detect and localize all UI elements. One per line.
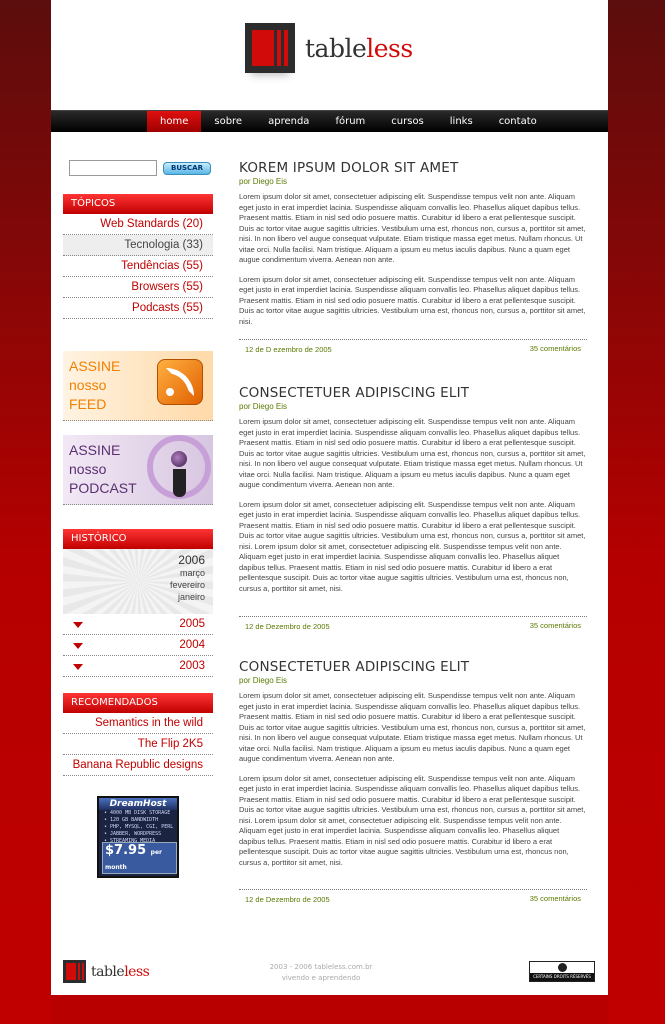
post-paragraph: Lorem ipsum dolor sit amet, consectetuer… xyxy=(239,773,586,867)
history-month[interactable]: março xyxy=(63,567,205,579)
post: CONSECTETUER ADIPISCING ELIT por Diego E… xyxy=(239,385,587,594)
topic-link[interactable]: Web Standards (20) xyxy=(63,214,213,235)
page: tableless home sobre aprenda fórum curso… xyxy=(51,0,608,995)
post-comments-link[interactable]: 35 comentários xyxy=(530,621,581,630)
search-input[interactable] xyxy=(69,160,157,176)
creative-commons-badge[interactable]: CERTAINS DROITS RÉSERVÉS xyxy=(529,961,595,982)
rss-icon xyxy=(157,359,203,405)
post-comments-link[interactable]: 35 comentários xyxy=(530,894,581,903)
post-date: 12 de Dezembro de 2005 xyxy=(245,895,330,904)
history-year[interactable]: 2005 xyxy=(63,614,213,635)
site-logo[interactable]: tableless xyxy=(245,23,413,73)
history-heading: HISTÓRICO xyxy=(63,529,213,549)
post-paragraph: Lorem ipsum dolor sit amet, consectetuer… xyxy=(239,274,586,326)
nav-contato[interactable]: contato xyxy=(486,111,550,132)
right-border xyxy=(608,0,665,1024)
triangle-down-icon xyxy=(73,622,83,628)
post: CONSECTETUER ADIPISCING ELIT por Diego E… xyxy=(239,659,587,868)
ad-line: • 4000 MB DISK STORAGE xyxy=(104,810,171,816)
history-year[interactable]: 2003 xyxy=(63,656,213,677)
topic-link[interactable]: Tecnologia (33) xyxy=(63,235,213,256)
topic-link[interactable]: Podcasts (55) xyxy=(63,298,213,319)
nav-sobre[interactable]: sobre xyxy=(201,111,255,132)
microphone-icon xyxy=(147,435,211,499)
search-button[interactable]: BUSCAR xyxy=(163,161,211,175)
history-month[interactable]: fevereiro xyxy=(63,579,205,591)
feed-banner[interactable]: ASSINE nosso FEED xyxy=(63,351,213,421)
history-year[interactable]: 2004 xyxy=(63,635,213,656)
nav-aprenda[interactable]: aprenda xyxy=(255,111,322,132)
ad-line: • 120 GB BANDWIDTH xyxy=(104,817,159,823)
nav-links[interactable]: links xyxy=(437,111,486,132)
left-border xyxy=(0,0,51,1024)
post-paragraph: Lorem ipsum dolor sit amet, consectetuer… xyxy=(239,417,586,489)
footer: tableless 2003 - 2006 tableless.com.br v… xyxy=(51,940,608,995)
main-nav: home sobre aprenda fórum cursos links co… xyxy=(51,110,608,132)
nav-cursos[interactable]: cursos xyxy=(378,111,437,132)
post-comments-link[interactable]: 35 comentários xyxy=(530,344,581,353)
post-title[interactable]: CONSECTETUER ADIPISCING ELIT xyxy=(239,385,587,401)
triangle-down-icon xyxy=(73,664,83,670)
footer-logo[interactable]: tableless xyxy=(63,960,150,983)
post-author[interactable]: por Diego Eis xyxy=(239,402,587,411)
recommended-link[interactable]: The Flip 2K5 xyxy=(63,734,213,755)
post-date: 12 de D ezembro de 2005 xyxy=(245,345,332,354)
post-author[interactable]: por Diego Eis xyxy=(239,177,587,186)
history-current-year[interactable]: 2006 xyxy=(63,549,205,567)
post-date: 12 de Dezembro de 2005 xyxy=(245,622,330,631)
post-meta: 12 de Dezembro de 2005 35 comentários xyxy=(239,889,587,904)
topic-link[interactable]: Browsers (55) xyxy=(63,277,213,298)
topics-heading: TÓPICOS xyxy=(63,194,213,214)
recommended-link[interactable]: Semantics in the wild xyxy=(63,713,213,734)
post-title[interactable]: KOREM IPSUM DOLOR SIT AMET xyxy=(239,160,587,176)
topic-link[interactable]: Tendências (55) xyxy=(63,256,213,277)
sidebar: BUSCAR TÓPICOS Web Standards (20) Tecnol… xyxy=(63,160,213,878)
post-title[interactable]: CONSECTETUER ADIPISCING ELIT xyxy=(239,659,587,675)
ad-title: DreamHost xyxy=(99,798,177,810)
recommended-heading: RECOMENDADOS xyxy=(63,693,213,713)
history-current: 2006 março fevereiro janeiro xyxy=(63,549,213,614)
logo-wordmark: tableless xyxy=(305,33,413,63)
feed-banner-text: ASSINE nosso FEED xyxy=(69,358,121,412)
post: KOREM IPSUM DOLOR SIT AMET por Diego Eis… xyxy=(239,160,587,327)
logo-wordmark: tableless xyxy=(91,963,150,980)
cc-icon xyxy=(558,963,567,972)
ad-price: $7.95 per month xyxy=(102,842,177,874)
post-author[interactable]: por Diego Eis xyxy=(239,676,587,685)
footer-copyright: 2003 - 2006 tableless.com.br vivendo e a… xyxy=(269,963,373,982)
triangle-down-icon xyxy=(73,643,83,649)
post-paragraph: Lorem ipsum dolor sit amet, consectetuer… xyxy=(239,691,586,763)
post-paragraph: Lorem ipsum dolor sit amet, consectetuer… xyxy=(239,499,586,593)
logo-mark-icon xyxy=(63,960,86,983)
ad-line: • JABBER, WORDPRESS xyxy=(104,831,162,837)
search-form: BUSCAR xyxy=(69,160,213,176)
post-meta: 12 de Dezembro de 2005 35 comentários xyxy=(239,616,587,631)
nav-home[interactable]: home xyxy=(147,111,202,132)
nav-forum[interactable]: fórum xyxy=(322,111,378,132)
podcast-banner-text: ASSINE nosso PODCAST xyxy=(69,442,137,496)
recommended-link[interactable]: Banana Republic designs xyxy=(63,755,213,776)
history-month[interactable]: janeiro xyxy=(63,591,205,603)
podcast-banner[interactable]: ASSINE nosso PODCAST xyxy=(63,435,213,505)
ad-line: • PHP, MYSQL, CGI, PERL xyxy=(104,824,174,830)
dreamhost-ad[interactable]: DreamHost • 4000 MB DISK STORAGE • 120 G… xyxy=(97,796,179,878)
logo-mark-icon xyxy=(245,23,295,73)
post-meta: 12 de D ezembro de 2005 35 comentários xyxy=(239,339,587,354)
post-paragraph: Lorem ipsum dolor sit amet, consectetuer… xyxy=(239,192,586,264)
